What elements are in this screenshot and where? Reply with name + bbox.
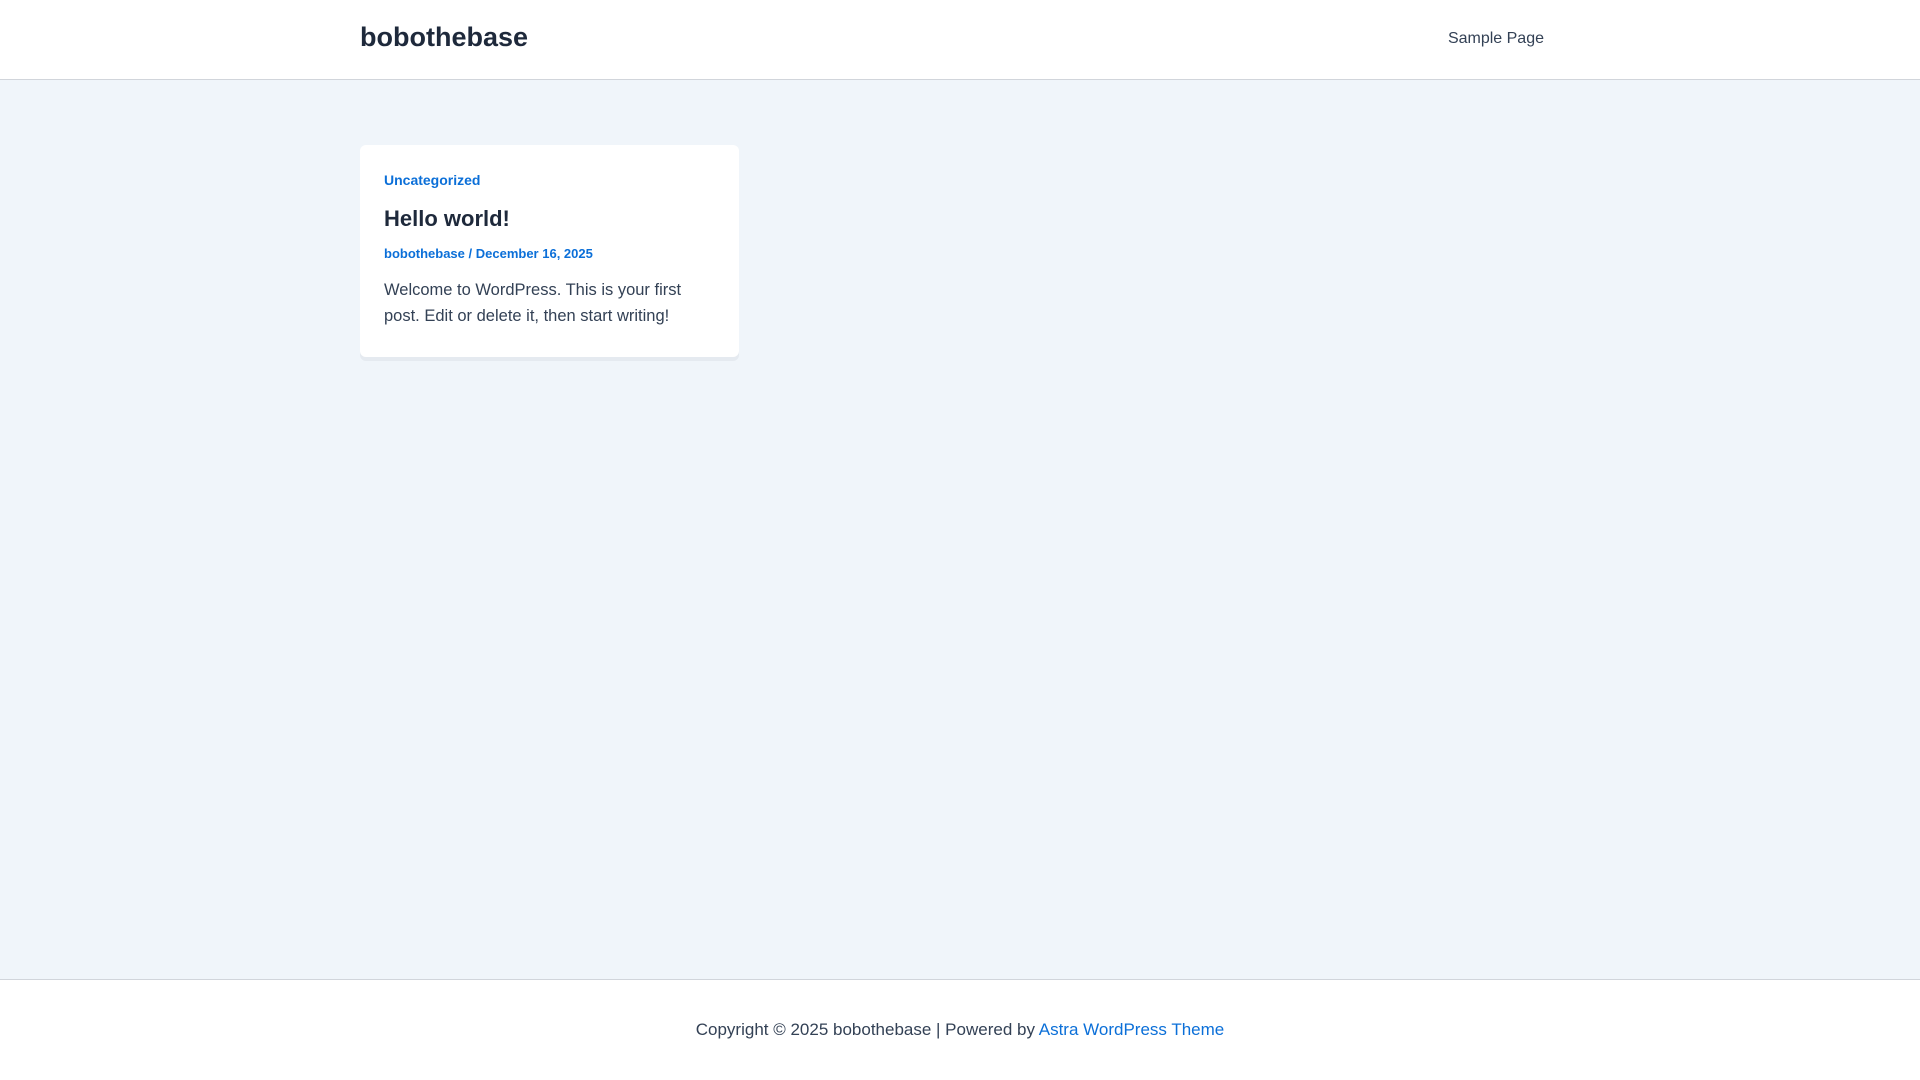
post-title-link[interactable]: Hello world! [384,206,715,232]
site-footer: Copyright © 2025 bobothebase | Powered b… [0,979,1920,1080]
post-card: Uncategorized Hello world! bobothebase /… [360,145,739,357]
site-header: bobothebase Sample Page [0,0,1920,80]
astra-theme-link[interactable]: Astra WordPress Theme [1039,1020,1225,1039]
site-title-link[interactable]: bobothebase [360,22,528,53]
post-date-link[interactable]: December 16, 2025 [476,246,593,261]
post-meta: bobothebase / December 16, 2025 [384,246,715,261]
nav-item-sample-page[interactable]: Sample Page [1448,30,1544,48]
post-category-link[interactable]: Uncategorized [384,172,715,188]
post-author-link[interactable]: bobothebase [384,246,465,261]
post-excerpt: Welcome to WordPress. This is your first… [384,281,682,325]
footer-copyright: Copyright © 2025 bobothebase | Powered b… [695,1020,1039,1039]
meta-separator: / [464,246,476,261]
